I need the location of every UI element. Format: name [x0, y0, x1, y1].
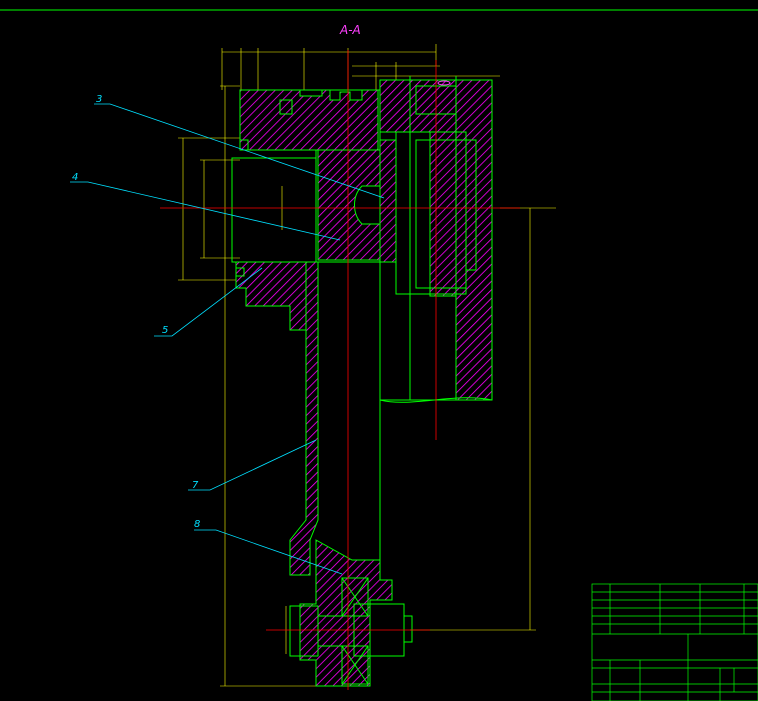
callout-4: 4 — [72, 172, 78, 183]
title-block — [591, 583, 758, 701]
drawing-canvas: A-A 3 4 5 7 8 — [0, 9, 758, 701]
callout-labels: 3 4 5 7 8 — [72, 94, 200, 530]
callout-5: 5 — [162, 325, 168, 336]
callout-7: 7 — [192, 480, 199, 491]
callout-8: 8 — [194, 519, 200, 530]
callout-3: 3 — [96, 94, 102, 105]
section-hatch — [235, 79, 493, 687]
section-title: A-A — [339, 23, 361, 37]
